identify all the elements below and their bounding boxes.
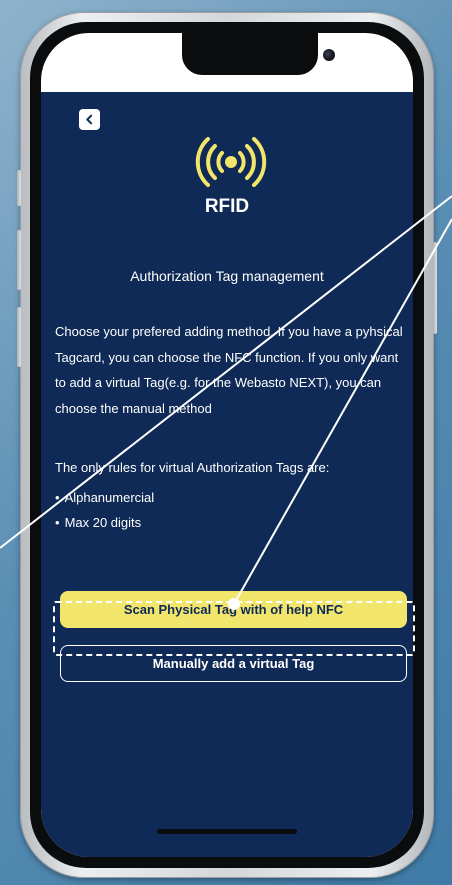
back-button[interactable]: [79, 109, 100, 130]
volume-up-button: [17, 230, 21, 290]
phone-screen: RFID Authorization Tag management Choose…: [41, 33, 413, 857]
highlight-box: [53, 601, 415, 656]
chevron-left-icon: [86, 114, 93, 125]
rules-title: The only rules for virtual Authorization…: [55, 460, 330, 475]
rfid-broadcast-icon: [195, 137, 267, 187]
home-indicator: [157, 829, 297, 834]
rule-item: Alphanumercial: [55, 485, 155, 510]
method-description: Choose your prefered adding method. If y…: [55, 324, 403, 416]
phone-frame: RFID Authorization Tag management Choose…: [17, 12, 437, 878]
app-screen: RFID Authorization Tag management Choose…: [41, 92, 413, 857]
rfid-title: RFID: [204, 196, 250, 217]
rule-item: Max 20 digits: [55, 510, 154, 535]
rules-list: Alphanumercial Max 20 digits: [55, 485, 155, 535]
silent-switch: [17, 170, 21, 206]
page-subtitle: Authorization Tag management: [130, 268, 324, 284]
front-camera: [323, 49, 335, 61]
power-button: [433, 242, 437, 334]
notch: [182, 33, 335, 75]
volume-down-button: [17, 307, 21, 367]
